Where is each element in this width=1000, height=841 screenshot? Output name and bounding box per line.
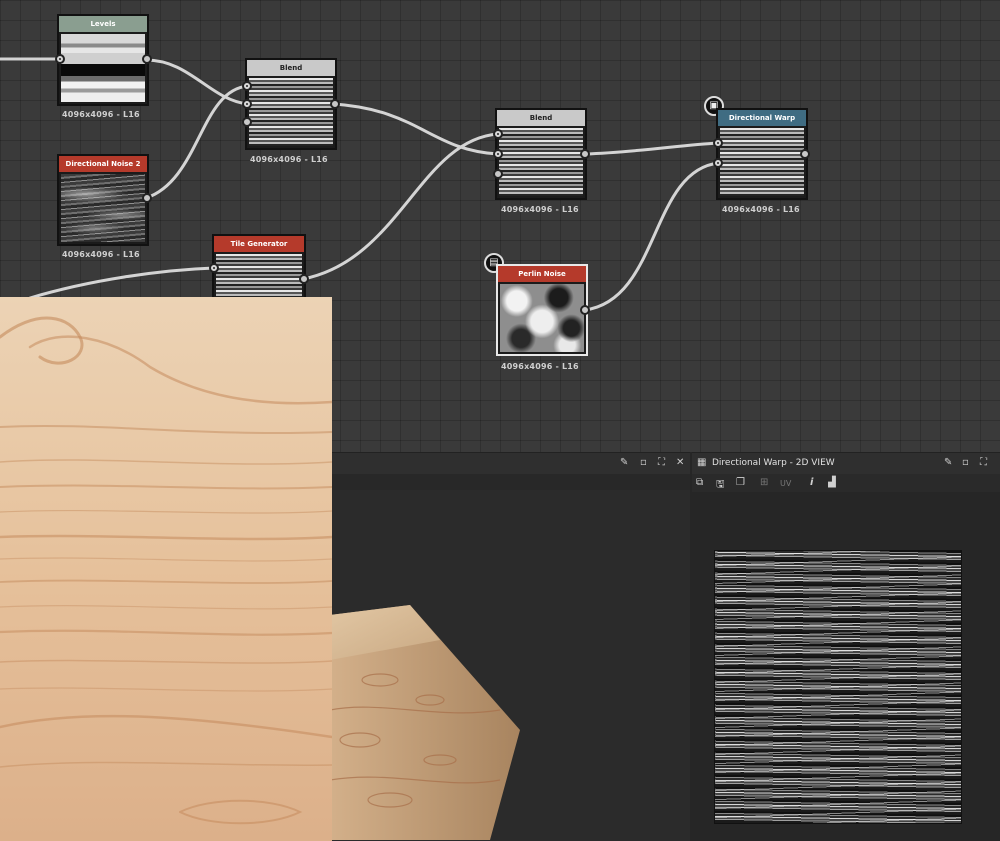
close-icon[interactable]: ✕ [676, 457, 684, 468]
maximize-icon[interactable]: ⛶ [980, 457, 987, 468]
levels-thumbnail [61, 34, 145, 102]
wire-tilegen-to-blend2 [301, 132, 500, 281]
levels-output-port[interactable] [142, 54, 152, 64]
tile-generator-input-port[interactable] [209, 263, 219, 273]
blend1-input-port-1[interactable] [242, 81, 252, 91]
blend2-title: Blend [497, 110, 585, 126]
perlin-noise-node[interactable]: Perlin Noise [496, 264, 588, 356]
directional-warp-title: Directional Warp [718, 110, 806, 126]
directional-noise-caption: 4096x4096 - L16 [62, 250, 140, 259]
wire-blend2-to-warp [583, 141, 721, 156]
directional-noise-output-port[interactable] [142, 193, 152, 203]
blend1-input-port-3[interactable] [242, 117, 252, 127]
perlin-noise-caption: 4096x4096 - L16 [501, 362, 579, 371]
perlin-noise-output-port[interactable] [580, 305, 590, 315]
tile-generator-output-port[interactable] [299, 274, 309, 284]
2d-view-toolbar: ⧉ 🖫 ❐ ⊞ UV i ▟ [692, 474, 1000, 492]
3d-view-header: ✎ ▫ ⛶ ✕ [330, 452, 690, 475]
levels-node-title: Levels [59, 16, 147, 32]
blend2-input-port-2[interactable] [493, 149, 503, 159]
wire-perlin-to-warp [583, 161, 721, 312]
directional-noise-title: Directional Noise 2 [59, 156, 147, 172]
directional-warp-input-port-1[interactable] [713, 138, 723, 148]
blend1-title: Blend [247, 60, 335, 76]
pin-icon[interactable]: ✎ [944, 457, 952, 468]
2d-view-title: Directional Warp - 2D VIEW [712, 458, 835, 468]
3d-view-toolbar [330, 474, 690, 490]
blend2-caption: 4096x4096 - L16 [501, 205, 579, 214]
checker-small-icon: ▦ [697, 457, 707, 468]
wire-levels-to-blend1 [144, 58, 250, 106]
directional-warp-output-port[interactable] [800, 149, 810, 159]
directional-noise-node[interactable]: Directional Noise 2 [57, 154, 149, 246]
blend1-output-port[interactable] [330, 99, 340, 109]
levels-caption: 4096x4096 - L16 [62, 110, 140, 119]
2d-view-header: ▦ Directional Warp - 2D VIEW ✎ ▫ ⛶ [692, 452, 1000, 475]
histogram-icon[interactable]: ▟ [828, 477, 836, 488]
levels-input-port[interactable] [55, 54, 65, 64]
wire-blend1-to-blend2 [332, 102, 500, 156]
directional-warp-preview-image [714, 550, 962, 824]
maximize-icon[interactable]: ⛶ [658, 457, 665, 468]
directional-warp-input-port-2[interactable] [713, 158, 723, 168]
2d-view-viewport[interactable] [692, 492, 1000, 841]
blend2-node[interactable]: Blend [495, 108, 587, 200]
copy-icon[interactable]: ⧉ [696, 477, 703, 488]
blend2-thumbnail [499, 128, 583, 196]
directional-warp-caption: 4096x4096 - L16 [722, 205, 800, 214]
levels-node[interactable]: Levels [57, 14, 149, 106]
pin-icon[interactable]: ✎ [620, 457, 628, 468]
wire-external-to-tilegen [28, 266, 216, 300]
directional-warp-node[interactable]: Directional Warp [716, 108, 808, 200]
tile-generator-node[interactable]: Tile Generator Grayscale [212, 234, 306, 304]
info-icon[interactable]: i [810, 477, 813, 488]
perlin-noise-title: Perlin Noise [498, 266, 586, 282]
tile-generator-thumbnail [216, 254, 302, 300]
blend2-output-port[interactable] [580, 149, 590, 159]
tile-icon[interactable]: ⊞ [760, 477, 768, 488]
3d-view-viewport[interactable] [330, 490, 690, 841]
blend1-caption: 4096x4096 - L16 [250, 155, 328, 164]
wood-cube-preview [330, 605, 520, 840]
duplicate-icon[interactable]: ❐ [736, 477, 745, 488]
wood-texture-closeup [0, 297, 332, 841]
blend1-input-port-2[interactable] [242, 99, 252, 109]
uv-toggle[interactable]: UV [780, 479, 791, 488]
wire-dirnoise-to-blend1 [144, 84, 250, 200]
tile-generator-title: Tile Generator Grayscale [214, 236, 304, 264]
blend2-input-port-3[interactable] [493, 169, 503, 179]
float-panel-icon[interactable]: ▫ [640, 457, 647, 468]
blend1-node[interactable]: Blend [245, 58, 337, 150]
directional-warp-thumbnail [720, 128, 804, 196]
directional-noise-thumbnail [61, 174, 145, 242]
blend2-input-port-1[interactable] [493, 129, 503, 139]
perlin-noise-thumbnail [500, 284, 584, 352]
float-panel-icon[interactable]: ▫ [962, 457, 969, 468]
blend1-thumbnail [249, 78, 333, 146]
